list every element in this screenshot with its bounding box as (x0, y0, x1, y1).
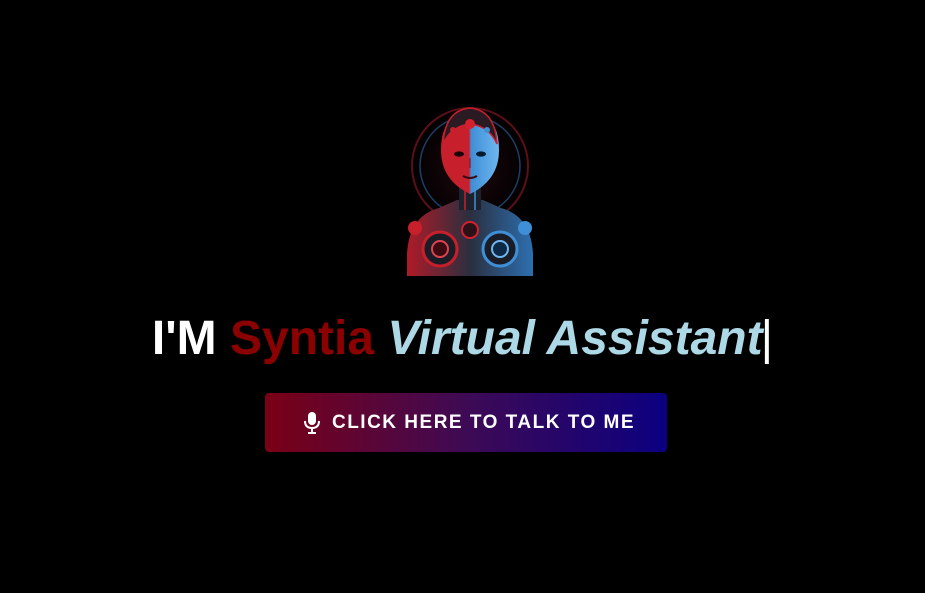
microphone-icon (303, 411, 321, 434)
talk-button-label: CLICK HERE TO TALK TO ME (331, 411, 636, 433)
headline-prefix: I'M (151, 312, 217, 365)
assistant-role: Virtual Assistant (387, 312, 763, 365)
assistant-name: Syntia (230, 312, 375, 365)
assistant-avatar (395, 104, 545, 276)
headline: I'M Syntia Virtual Assistant| (0, 308, 925, 370)
talk-to-me-button[interactable]: CLICK HERE TO TALK TO ME (265, 393, 667, 452)
typing-caret: | (760, 312, 774, 365)
robot-woman-avatar-icon (398, 104, 542, 276)
